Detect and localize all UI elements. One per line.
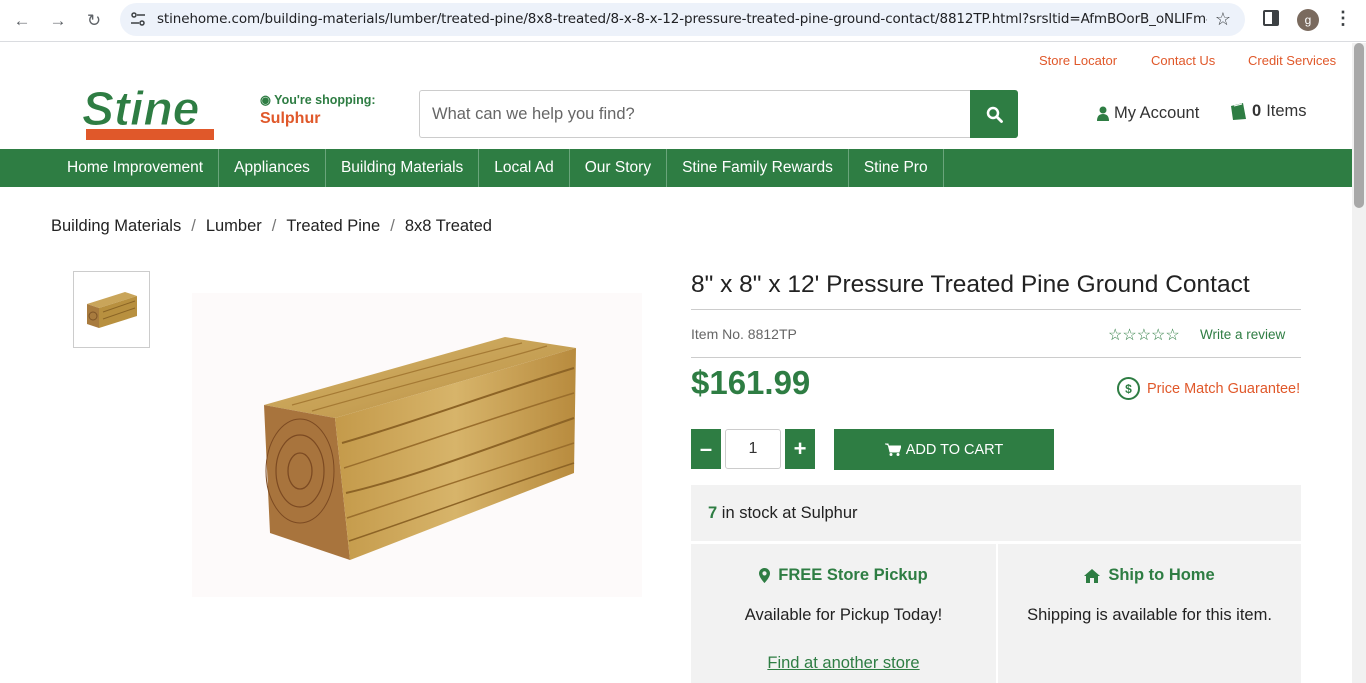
map-marker-icon: ◉ bbox=[260, 93, 271, 107]
breadcrumb-lumber[interactable]: Lumber bbox=[206, 217, 262, 236]
product-title: 8" x 8" x 12' Pressure Treated Pine Grou… bbox=[691, 271, 1250, 298]
site-settings-icon[interactable] bbox=[130, 11, 146, 27]
cart-count: 0 bbox=[1252, 102, 1262, 120]
contact-us-link[interactable]: Contact Us bbox=[1151, 53, 1215, 68]
item-number: Item No. 8812TP bbox=[691, 326, 797, 342]
search-button[interactable] bbox=[970, 90, 1018, 138]
scrollbar-thumb[interactable] bbox=[1354, 43, 1364, 208]
browser-toolbar: ← → ↻ stinehome.com/building-materials/l… bbox=[0, 0, 1366, 42]
nav-building-materials[interactable]: Building Materials bbox=[326, 149, 480, 187]
breadcrumb-building-materials[interactable]: Building Materials bbox=[51, 217, 181, 236]
page-scrollbar[interactable] bbox=[1352, 43, 1366, 683]
user-icon bbox=[1097, 106, 1109, 121]
star-empty-icon: ☆ bbox=[1165, 327, 1180, 344]
ship-to-home-option[interactable]: Ship to Home Shipping is available for t… bbox=[998, 544, 1301, 683]
divider bbox=[691, 357, 1301, 358]
store-pickup-title: FREE Store Pickup bbox=[691, 566, 996, 585]
star-empty-icon: ☆ bbox=[1108, 327, 1123, 344]
ship-to-home-title: Ship to Home bbox=[998, 566, 1301, 585]
nav-stine-family-rewards[interactable]: Stine Family Rewards bbox=[667, 149, 849, 187]
store-pickup-availability: Available for Pickup Today! bbox=[744, 606, 943, 624]
breadcrumb-treated-pine[interactable]: Treated Pine bbox=[286, 217, 380, 236]
write-review-link[interactable]: Write a review bbox=[1200, 327, 1285, 342]
quantity-increase-button[interactable]: + bbox=[785, 429, 815, 469]
my-account-link[interactable]: My Account bbox=[1097, 104, 1199, 123]
selected-store[interactable]: Sulphur bbox=[260, 110, 320, 128]
stine-logo[interactable]: Stine bbox=[82, 83, 214, 142]
product-price: $161.99 bbox=[691, 364, 811, 401]
url-text[interactable]: stinehome.com/building-materials/lumber/… bbox=[157, 11, 1207, 27]
lumber-thumbnail-image bbox=[86, 291, 137, 328]
search-icon bbox=[986, 106, 1003, 123]
nav-our-story[interactable]: Our Story bbox=[570, 149, 668, 187]
svg-text:Stine: Stine bbox=[82, 84, 199, 136]
rating-stars[interactable]: ☆☆☆☆☆ bbox=[1108, 325, 1180, 345]
cart-icon bbox=[884, 443, 901, 456]
quantity-decrease-button[interactable]: – bbox=[691, 429, 721, 469]
cart-link[interactable]: 0 Items bbox=[1230, 102, 1307, 121]
nav-home-improvement[interactable]: Home Improvement bbox=[52, 149, 220, 187]
reload-icon[interactable]: ↻ bbox=[82, 9, 106, 33]
shopping-bag-icon bbox=[1231, 103, 1246, 120]
home-icon bbox=[1084, 568, 1101, 583]
stock-status-text: 7 in stock at Sulphur bbox=[708, 504, 858, 522]
product-main-image[interactable] bbox=[192, 293, 642, 597]
star-empty-icon: ☆ bbox=[1136, 327, 1152, 344]
store-locator-link[interactable]: Store Locator bbox=[1039, 53, 1117, 68]
main-navigation: Home Improvement Appliances Building Mat… bbox=[0, 149, 1352, 187]
bookmark-star-icon[interactable]: ☆ bbox=[1215, 9, 1231, 30]
shopping-location-label: ◉ You're shopping: bbox=[260, 93, 376, 107]
back-arrow-icon[interactable]: ← bbox=[10, 9, 34, 33]
credit-services-link[interactable]: Credit Services bbox=[1248, 53, 1336, 68]
forward-arrow-icon[interactable]: → bbox=[46, 9, 70, 33]
dollar-circle-icon: $ bbox=[1117, 377, 1140, 400]
side-panel-icon[interactable] bbox=[1263, 10, 1279, 26]
breadcrumb-separator: / bbox=[390, 217, 395, 235]
breadcrumb-separator: / bbox=[271, 217, 277, 235]
browser-menu-icon[interactable]: ⋮ bbox=[1334, 8, 1352, 29]
search-input[interactable] bbox=[419, 90, 971, 138]
profile-avatar[interactable]: g bbox=[1297, 9, 1319, 31]
star-empty-icon: ☆ bbox=[1122, 327, 1137, 344]
nav-stine-pro[interactable]: Stine Pro bbox=[849, 149, 944, 187]
add-to-cart-button[interactable]: ADD TO CART bbox=[834, 429, 1054, 470]
nav-appliances[interactable]: Appliances bbox=[219, 149, 326, 187]
price-match-guarantee[interactable]: $ Price Match Guarantee! bbox=[1117, 377, 1300, 400]
divider bbox=[691, 309, 1301, 310]
star-empty-icon: ☆ bbox=[1151, 327, 1166, 344]
breadcrumb-separator: / bbox=[191, 217, 196, 235]
find-another-store-link[interactable]: Find at another store bbox=[691, 654, 996, 673]
shipping-availability: Shipping is available for this item. bbox=[1027, 606, 1272, 624]
product-thumbnail[interactable] bbox=[73, 271, 150, 348]
nav-local-ad[interactable]: Local Ad bbox=[479, 149, 570, 187]
pressure-treated-post-image bbox=[264, 337, 576, 560]
stock-status-panel: 7 in stock at Sulphur bbox=[691, 485, 1301, 541]
breadcrumb-8x8-treated[interactable]: 8x8 Treated bbox=[405, 217, 492, 236]
address-bar[interactable]: stinehome.com/building-materials/lumber/… bbox=[120, 3, 1245, 36]
store-pickup-option[interactable]: FREE Store Pickup Available for Pickup T… bbox=[691, 544, 996, 683]
quantity-input[interactable] bbox=[725, 429, 781, 469]
map-marker-icon bbox=[759, 568, 771, 583]
stock-count: 7 bbox=[708, 504, 718, 522]
breadcrumb: Building Materials / Lumber / Treated Pi… bbox=[51, 217, 492, 236]
